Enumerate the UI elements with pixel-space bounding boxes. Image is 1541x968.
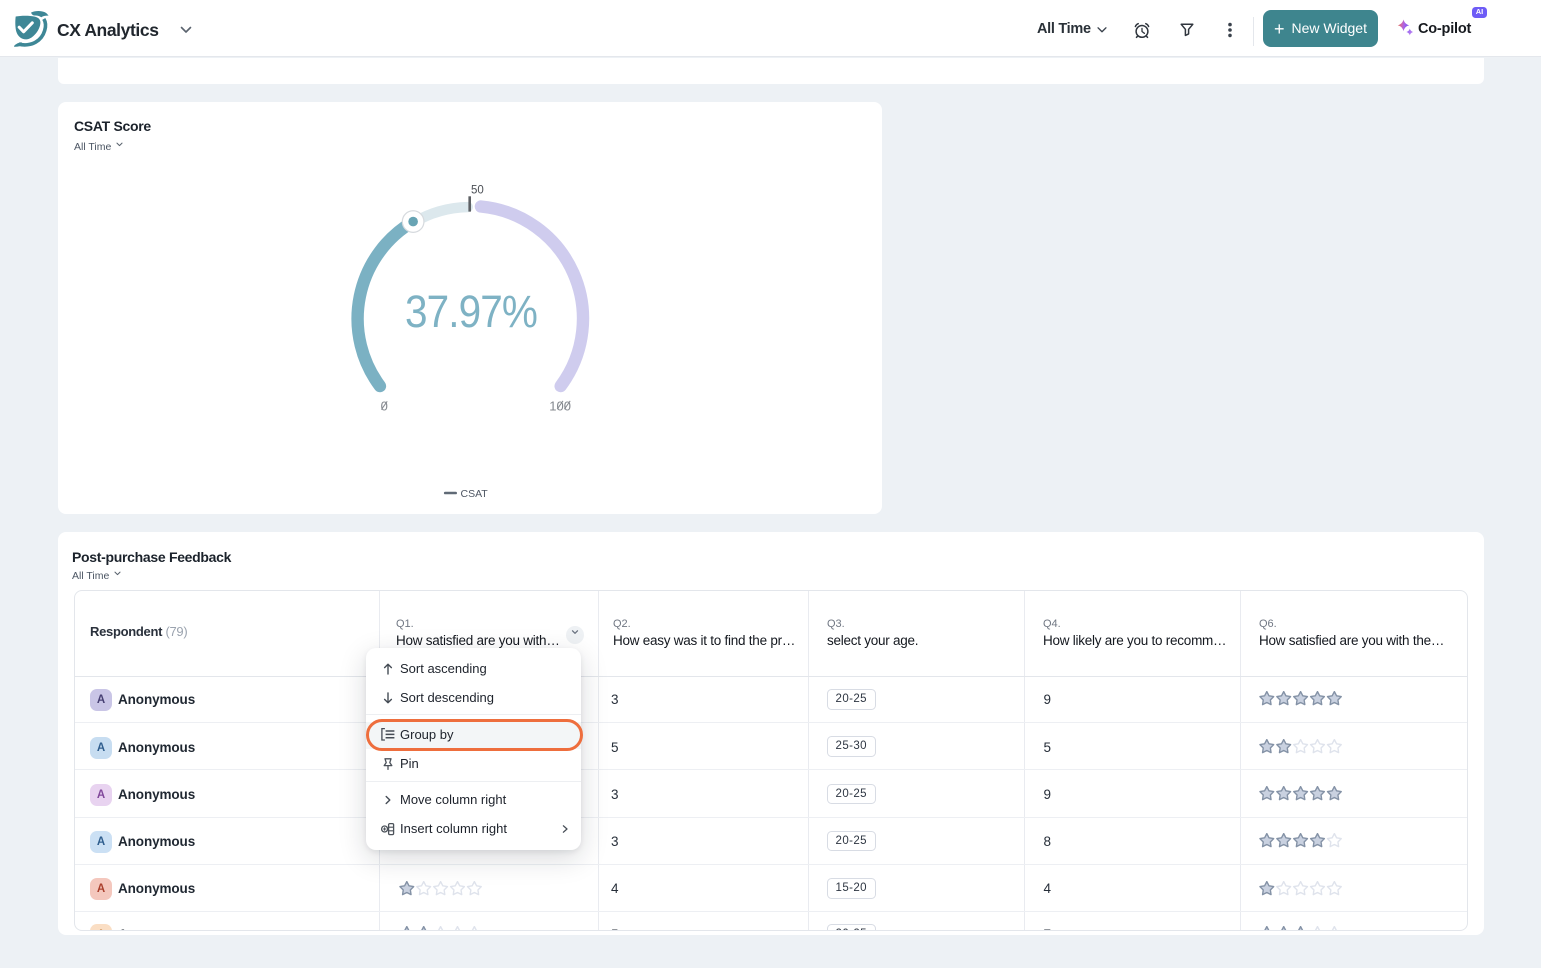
svg-text:CSAT: CSAT [461,488,489,500]
svg-text:50: 50 [471,185,484,197]
